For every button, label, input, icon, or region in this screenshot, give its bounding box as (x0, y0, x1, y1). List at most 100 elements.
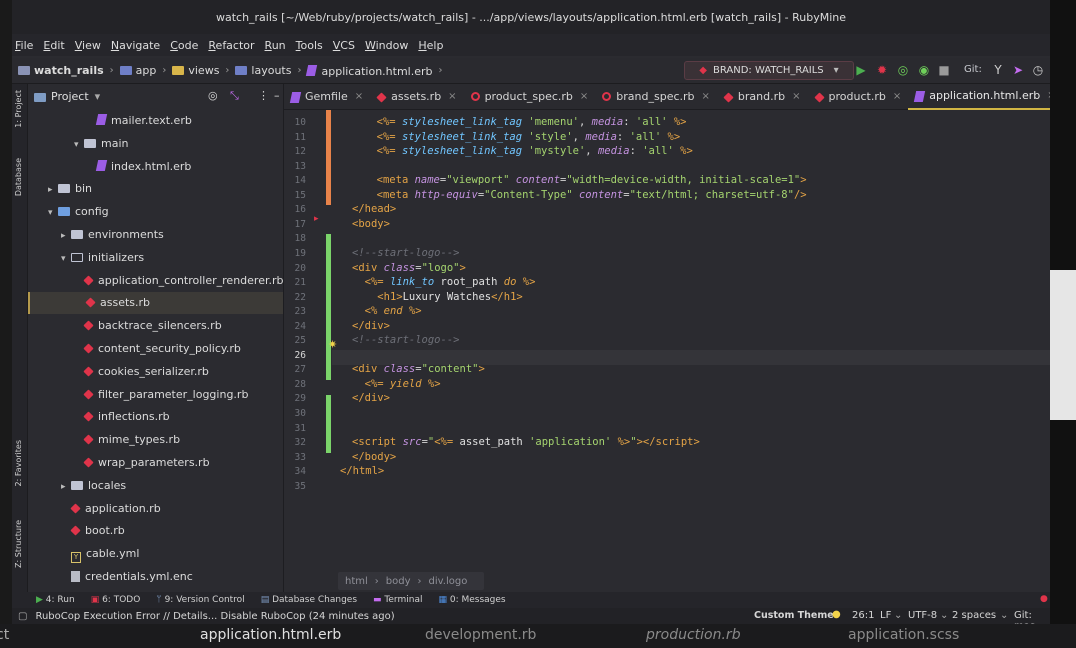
caret-position[interactable]: 26:1 (852, 610, 874, 621)
tree-item[interactable]: ▸ bin (28, 178, 283, 201)
editor-tab[interactable]: product_spec.rb × (464, 84, 596, 110)
tree-item[interactable]: backtrace_silencers.rb (28, 315, 283, 337)
tree-item[interactable]: ▾ main (28, 133, 283, 156)
menu-edit[interactable]: Edit (43, 39, 64, 52)
tree-item[interactable]: inflections.rb (28, 406, 283, 428)
tool-tab-database[interactable]: Database (14, 158, 23, 196)
tree-item[interactable]: application_controller_renderer.rb (28, 270, 283, 292)
breakpoint-arrow-icon[interactable]: ▸ (314, 214, 319, 224)
menu-code[interactable]: Code (170, 39, 198, 52)
event-log-icon[interactable]: ● (1040, 594, 1048, 604)
tree-item[interactable]: wrap_parameters.rb (28, 452, 283, 474)
tool-messages[interactable]: ▦ 0: Messages (438, 595, 505, 605)
taskbar-item-0[interactable]: application.html.erb (200, 627, 341, 643)
debug-icon[interactable]: ✹ (876, 64, 888, 76)
status-message[interactable]: RuboCop Execution Error // Details... Di… (35, 611, 394, 622)
tool-database-changes[interactable]: ▤ Database Changes (261, 595, 357, 605)
tree-item[interactable]: index.html.erb (28, 156, 283, 178)
chevron-down-icon[interactable]: ▾ (74, 134, 84, 156)
chevron-right-icon[interactable]: ▸ (61, 476, 71, 498)
tree-item[interactable]: mailer.text.erb (28, 110, 283, 132)
menu-vcs[interactable]: VCS (333, 39, 355, 52)
tree-item[interactable]: credentials.yml.enc (28, 566, 283, 588)
menu-help[interactable]: Help (418, 39, 443, 52)
tree-item[interactable]: boot.rb (28, 520, 283, 542)
close-icon[interactable]: × (792, 91, 800, 102)
tree-item[interactable]: content_security_policy.rb (28, 338, 283, 360)
chevron-down-icon[interactable]: ▾ (95, 90, 101, 103)
tool-tab-structure[interactable]: Z: Structure (14, 520, 23, 568)
file-encoding[interactable]: UTF-8 (908, 610, 937, 621)
coverage-icon[interactable]: ◎ (897, 64, 909, 76)
chevron-down-icon[interactable]: ▾ (61, 248, 71, 270)
breadcrumb-root[interactable]: watch_rails (18, 64, 104, 77)
git-branch[interactable]: Git: mas (1014, 610, 1050, 624)
chevron-right-icon[interactable]: ▸ (48, 179, 58, 201)
theme-label[interactable]: Custom Theme (754, 610, 834, 621)
crumb-body[interactable]: body (386, 576, 411, 587)
tool-tab-project[interactable]: 1: Project (14, 90, 23, 128)
chevron-right-icon[interactable]: ▸ (61, 225, 71, 247)
vcs-update-icon[interactable]: Y (992, 64, 1004, 76)
tree-item[interactable]: ▾ config (28, 201, 283, 224)
crumb-div-logo[interactable]: div.logo (429, 576, 468, 587)
tree-item[interactable]: assets.rb (28, 292, 283, 315)
history-icon[interactable]: ◷ (1032, 64, 1044, 76)
taskbar-item-1[interactable]: development.rb (425, 627, 536, 643)
menu-window[interactable]: Window (365, 39, 408, 52)
taskbar-item-3[interactable]: application.scss (848, 627, 959, 643)
menu-tools[interactable]: Tools (296, 39, 323, 52)
breadcrumb-app[interactable]: app (119, 64, 156, 77)
tree-item[interactable]: ▸ locales (28, 475, 283, 498)
tree-item[interactable]: mime_types.rb (28, 429, 283, 451)
close-icon[interactable]: × (355, 91, 363, 102)
tree-item[interactable]: application.rb (28, 498, 283, 520)
profile-icon[interactable]: ◉ (918, 64, 930, 76)
tool-todo[interactable]: ▣ 6: TODO (91, 595, 141, 605)
code-editor[interactable]: ▸ ✷ 10 <%= stylesheet_link_tag 'memenu',… (284, 110, 1050, 592)
collapse-all-icon[interactable]: ⤡ (230, 89, 239, 103)
tree-item[interactable]: ▸ environments (28, 224, 283, 247)
breadcrumb-file[interactable]: application.html.erb (306, 64, 432, 78)
tree-item[interactable]: filter_parameter_logging.rb (28, 384, 283, 406)
menu-view[interactable]: View (75, 39, 101, 52)
more-options-icon[interactable]: ⋮ (258, 89, 269, 102)
locate-file-icon[interactable]: ◎ (208, 89, 218, 102)
lightbulb-icon[interactable]: ✷ (328, 338, 337, 351)
menu-navigate[interactable]: Navigate (111, 39, 160, 52)
project-view-select[interactable]: Project (51, 90, 89, 103)
tool-version-control[interactable]: ᛘ 9: Version Control (156, 595, 244, 605)
run-configuration-select[interactable]: ◆ BRAND: WATCH_RAILS ▾ (684, 61, 854, 80)
editor-tab[interactable]: Gemfile × (284, 84, 370, 110)
editor-tab[interactable]: brand_spec.rb × (595, 84, 717, 110)
editor-tab[interactable]: assets.rb × (370, 84, 463, 110)
menu-file[interactable]: File (15, 39, 33, 52)
close-icon[interactable]: × (1047, 90, 1050, 101)
hide-panel-icon[interactable]: – (274, 89, 280, 102)
run-icon[interactable]: ▶ (855, 64, 867, 76)
stop-icon[interactable]: ■ (938, 64, 950, 76)
vcs-push-icon[interactable]: ➤ (1012, 64, 1024, 76)
breadcrumb-views[interactable]: views (172, 64, 219, 77)
menu-refactor[interactable]: Refactor (208, 39, 254, 52)
close-icon[interactable]: × (893, 91, 901, 102)
tool-tab-favorites[interactable]: 2: Favorites (14, 440, 23, 486)
indent-setting[interactable]: 2 spaces (952, 610, 996, 621)
crumb-html[interactable]: html (345, 576, 368, 587)
editor-tab[interactable]: application.html.erb × (908, 84, 1050, 110)
line-separator[interactable]: LF (880, 610, 891, 621)
menu-run[interactable]: Run (265, 39, 286, 52)
close-icon[interactable]: × (448, 91, 456, 102)
close-icon[interactable]: × (580, 91, 588, 102)
tree-item[interactable]: ▾ initializers (28, 247, 283, 270)
editor-tab[interactable]: brand.rb × (717, 84, 808, 110)
taskbar-item-2[interactable]: production.rb (646, 627, 741, 643)
chevron-down-icon[interactable]: ▾ (48, 202, 58, 224)
tool-run[interactable]: ▶ 4: Run (36, 595, 75, 605)
close-icon[interactable]: × (702, 91, 710, 102)
breadcrumb-layouts[interactable]: layouts (235, 64, 291, 77)
tree-item[interactable]: cookies_serializer.rb (28, 361, 283, 383)
tool-terminal[interactable]: ▬ Terminal (373, 595, 422, 605)
tree-item[interactable]: Ycable.yml (28, 543, 283, 565)
editor-tab[interactable]: product.rb × (808, 84, 909, 110)
